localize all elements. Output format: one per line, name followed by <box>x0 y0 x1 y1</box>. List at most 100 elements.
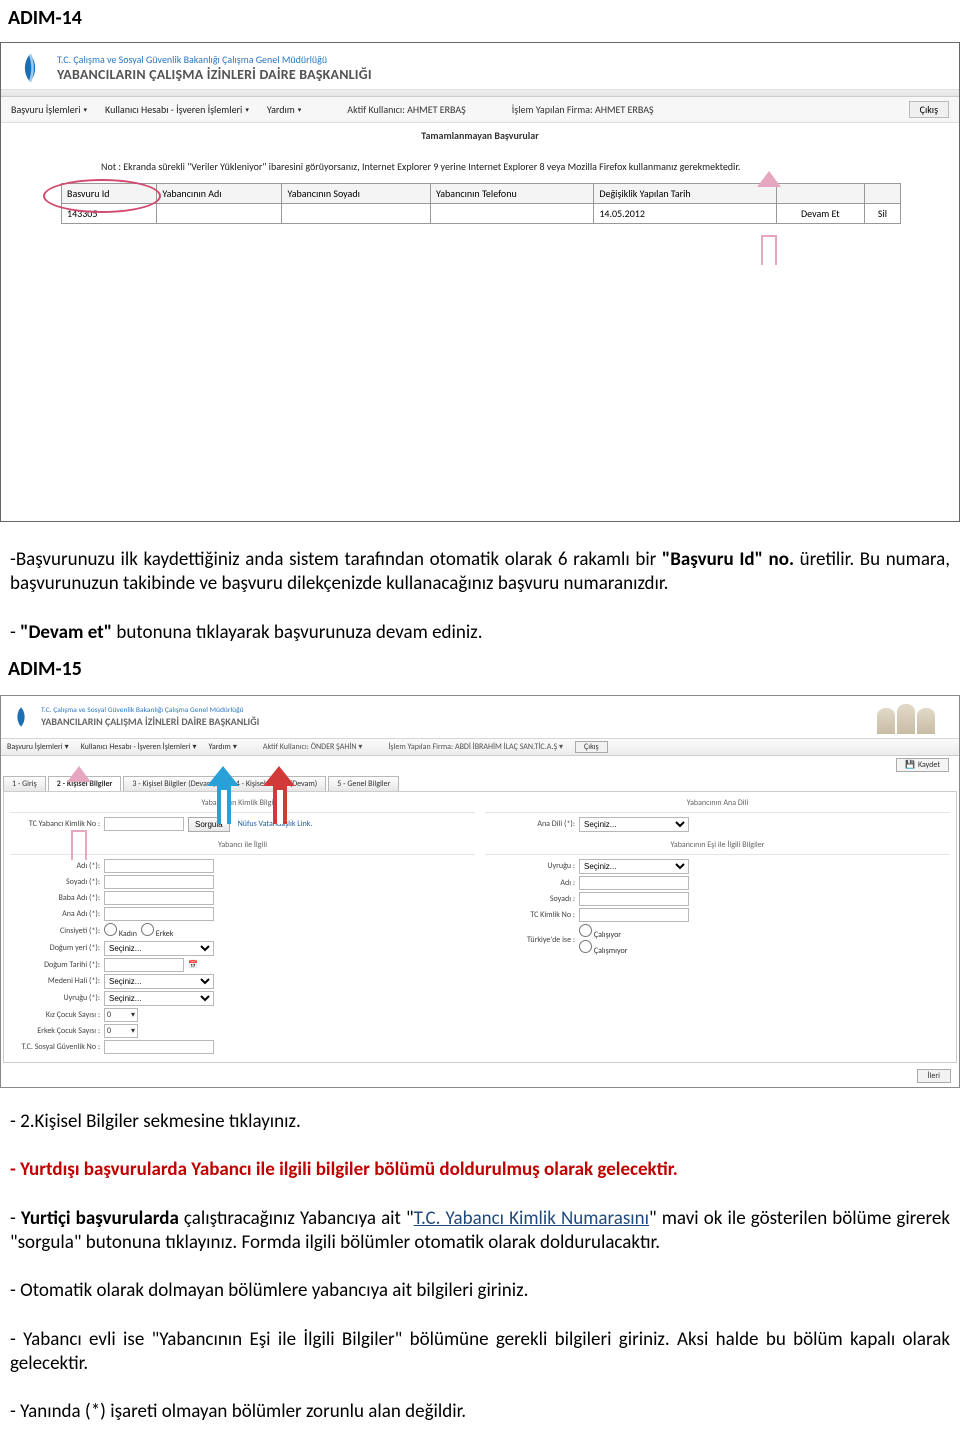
label-dogum-yeri: Doğum yeri (*): <box>10 943 100 953</box>
col-action-sil <box>865 184 901 204</box>
esi-uyrugu-select[interactable]: Seçiniz... <box>579 859 689 874</box>
label-esi-uyrugu: Uyruğu : <box>485 861 575 871</box>
label-ana-dili: Ana Dili (*): <box>485 819 575 829</box>
instruction-l6: - Yanında (*) işareti olmayan bölümler z… <box>0 1384 960 1432</box>
screenshot-2: T.C. Çalışma ve Sosyal Güvenlik Bakanlığ… <box>0 695 960 1088</box>
sil-link[interactable]: Sil <box>865 204 901 224</box>
screenshot-1: T.C. Çalışma ve Sosyal Güvenlik Bakanlığ… <box>0 42 960 522</box>
radio-erkek[interactable]: Erkek <box>141 923 174 939</box>
ministry-name: T.C. Çalışma ve Sosyal Güvenlik Bakanlığ… <box>57 53 372 66</box>
top-menu-2: Başvuru İşlemleri ▾ Kullanıcı Hesabı - İ… <box>1 738 959 756</box>
menu-kullanici-hesabi[interactable]: Kullanıcı Hesabı - İşveren İşlemleri ▾ <box>81 742 197 752</box>
menu-kullanici-hesabi[interactable]: Kullanıcı Hesabı - İşveren İşlemleri▾ <box>105 103 249 116</box>
ministry-logo <box>13 51 47 85</box>
cell-basvuru-id: 143305 <box>62 204 157 224</box>
ileri-button[interactable]: İleri <box>917 1069 951 1083</box>
label-dogum-tarihi: Doğum Tarihi (*): <box>10 960 100 970</box>
app-header: T.C. Çalışma ve Sosyal Güvenlik Bakanlığ… <box>1 43 959 89</box>
tc-kimlik-field[interactable] <box>104 817 184 831</box>
form-tabs: 1 - Giriş 2 - Kişisel Bilgiler 3 - Kişis… <box>1 776 959 791</box>
instruction-paragraph-1: -Başvurunuzu ilk kaydettiğiniz anda sist… <box>0 532 960 605</box>
kiz-cocuk-stepper[interactable]: 0▾ <box>104 1008 138 1022</box>
uyrugu-select[interactable]: Seçiniz... <box>104 991 214 1006</box>
dogum-tarihi-field[interactable] <box>104 958 184 972</box>
label-esi-turkiye: Türkiye'de ise : <box>485 935 575 945</box>
header-text: T.C. Çalışma ve Sosyal Güvenlik Bakanlığ… <box>57 53 372 83</box>
medeni-hali-select[interactable]: Seçiniz... <box>104 974 214 989</box>
cell-tarih: 14.05.2012 <box>594 204 776 224</box>
label-erkek-cocuk: Erkek Çocuk Sayısı : <box>10 1026 100 1036</box>
instruction-l1: - 2.Kişisel Bilgiler sekmesine tıklayını… <box>0 1096 960 1142</box>
label-kiz-cocuk: Kız Çocuk Sayısı : <box>10 1010 100 1020</box>
soyadi-field[interactable] <box>104 875 214 889</box>
app-header-2: T.C. Çalışma ve Sosyal Güvenlik Bakanlığ… <box>1 696 959 738</box>
logout-button[interactable]: Çıkış <box>909 101 949 118</box>
highlight-arrow-tab2 <box>61 804 97 856</box>
label-soyadi: Soyadı (*): <box>10 877 100 887</box>
label-uyrugu: Uyruğu (*): <box>10 993 100 1003</box>
highlight-arrow-devam-et <box>751 209 787 261</box>
sgk-no-field[interactable] <box>104 1040 214 1054</box>
cell-adi <box>157 204 282 224</box>
radio-kadin[interactable]: Kadın <box>104 923 137 939</box>
esi-tc-field[interactable] <box>579 908 689 922</box>
ana-adi-field[interactable] <box>104 907 214 921</box>
label-esi-adi: Adı : <box>485 878 575 888</box>
instruction-l3: - Yurtiçi başvurularda çalıştıracağınız … <box>0 1191 960 1264</box>
dogum-yeri-select[interactable]: Seçiniz... <box>104 941 214 956</box>
chevron-down-icon: ▾ <box>245 105 249 114</box>
devam-et-link[interactable]: Devam Et <box>776 204 864 224</box>
top-menu: Başvuru İşlemleri▾ Kullanıcı Hesabı - İş… <box>1 97 959 123</box>
active-firm: İşlem Yapılan Firma: AHMET ERBAŞ <box>512 103 654 116</box>
tab-5-genel-bilgiler[interactable]: 5 - Genel Bilgiler <box>328 776 399 791</box>
menu-yardim[interactable]: Yardım ▾ <box>208 742 236 752</box>
col-yabanci-soyadi: Yabancının Soyadı <box>282 184 431 204</box>
esi-soyadi-field[interactable] <box>579 892 689 906</box>
active-user: Aktif Kullanıcı: ÖNDER ŞAHİN ▾ <box>263 742 363 752</box>
chevron-down-icon: ▾ <box>298 105 302 114</box>
browser-warning-note: Not : Ekranda sürekli "Veriler Yükleniyo… <box>11 156 949 183</box>
menu-basvuru-islemleri[interactable]: Başvuru İşlemleri▾ <box>11 103 87 116</box>
page-subtitle: Tamamlanmayan Başvurular <box>1 123 959 156</box>
active-firm: İşlem Yapılan Firma: ABDİ İBRAHİM İLAÇ S… <box>388 742 563 752</box>
label-cinsiyeti: Cinsiyeti (*): <box>10 926 100 936</box>
instruction-l2: - Yurtdışı başvurularda Yabancı ile ilgi… <box>0 1142 960 1190</box>
col-action-devam <box>776 184 864 204</box>
form-panel: Yabancının Kimlik Bilgileri TC Yabancı K… <box>3 791 957 1063</box>
instruction-paragraph-2: - "Devam et" butonuna tıklayarak başvuru… <box>0 605 960 653</box>
cell-soyadi <box>282 204 431 224</box>
dept-name: YABANCILARIN ÇALIŞMA İZİNLERİ DAİRE BAŞK… <box>41 715 259 728</box>
step-15-heading: ADIM-15 <box>0 653 960 687</box>
esi-adi-field[interactable] <box>579 876 689 890</box>
cell-telefon <box>431 204 594 224</box>
kaydet-button[interactable]: 💾Kaydet <box>896 758 949 772</box>
col-yabanci-telefonu: Yabancının Telefonu <box>431 184 594 204</box>
save-icon: 💾 <box>905 760 915 770</box>
adi-field[interactable] <box>104 859 214 873</box>
instruction-l4: - Otomatik olarak dolmayan bölümlere yab… <box>0 1263 960 1311</box>
radio-calisiyor[interactable]: Çalışıyor <box>579 930 621 940</box>
tab-1-giris[interactable]: 1 - Giriş <box>3 776 46 791</box>
label-medeni-hali: Medeni Hali (*): <box>10 976 100 986</box>
radio-calismiyor[interactable]: Çalışmıyor <box>579 946 627 956</box>
label-ana-adi: Ana Adı (*): <box>10 909 100 919</box>
menu-basvuru-islemleri[interactable]: Başvuru İşlemleri ▾ <box>7 742 69 752</box>
baba-adi-field[interactable] <box>104 891 214 905</box>
ministry-name: T.C. Çalışma ve Sosyal Güvenlik Bakanlığ… <box>41 706 259 715</box>
label-adi: Adı (*): <box>10 861 100 871</box>
ministry-logo <box>9 705 33 729</box>
label-esi-tc: TC Kimlik No : <box>485 910 575 920</box>
calendar-icon[interactable]: 📅 <box>188 960 198 970</box>
fieldset-title-esi: Yabancının Eşi ile İlgili Bilgiler <box>485 838 950 855</box>
dept-name: YABANCILARIN ÇALIŞMA İZİNLERİ DAİRE BAŞK… <box>57 66 372 83</box>
label-esi-soyadi: Soyadı : <box>485 894 575 904</box>
erkek-cocuk-stepper[interactable]: 0▾ <box>104 1024 138 1038</box>
chevron-down-icon: ▾ <box>84 105 88 114</box>
logout-button[interactable]: Çıkış <box>575 741 608 753</box>
col-degisiklik-tarih: Değişiklik Yapılan Tarih <box>594 184 776 204</box>
label-baba-adi: Baba Adı (*): <box>10 893 100 903</box>
menu-yardim[interactable]: Yardım▾ <box>267 103 301 116</box>
ana-dili-select[interactable]: Seçiniz... <box>579 817 689 832</box>
header-people-image <box>861 700 951 734</box>
step-14-heading: ADIM-14 <box>0 0 960 36</box>
